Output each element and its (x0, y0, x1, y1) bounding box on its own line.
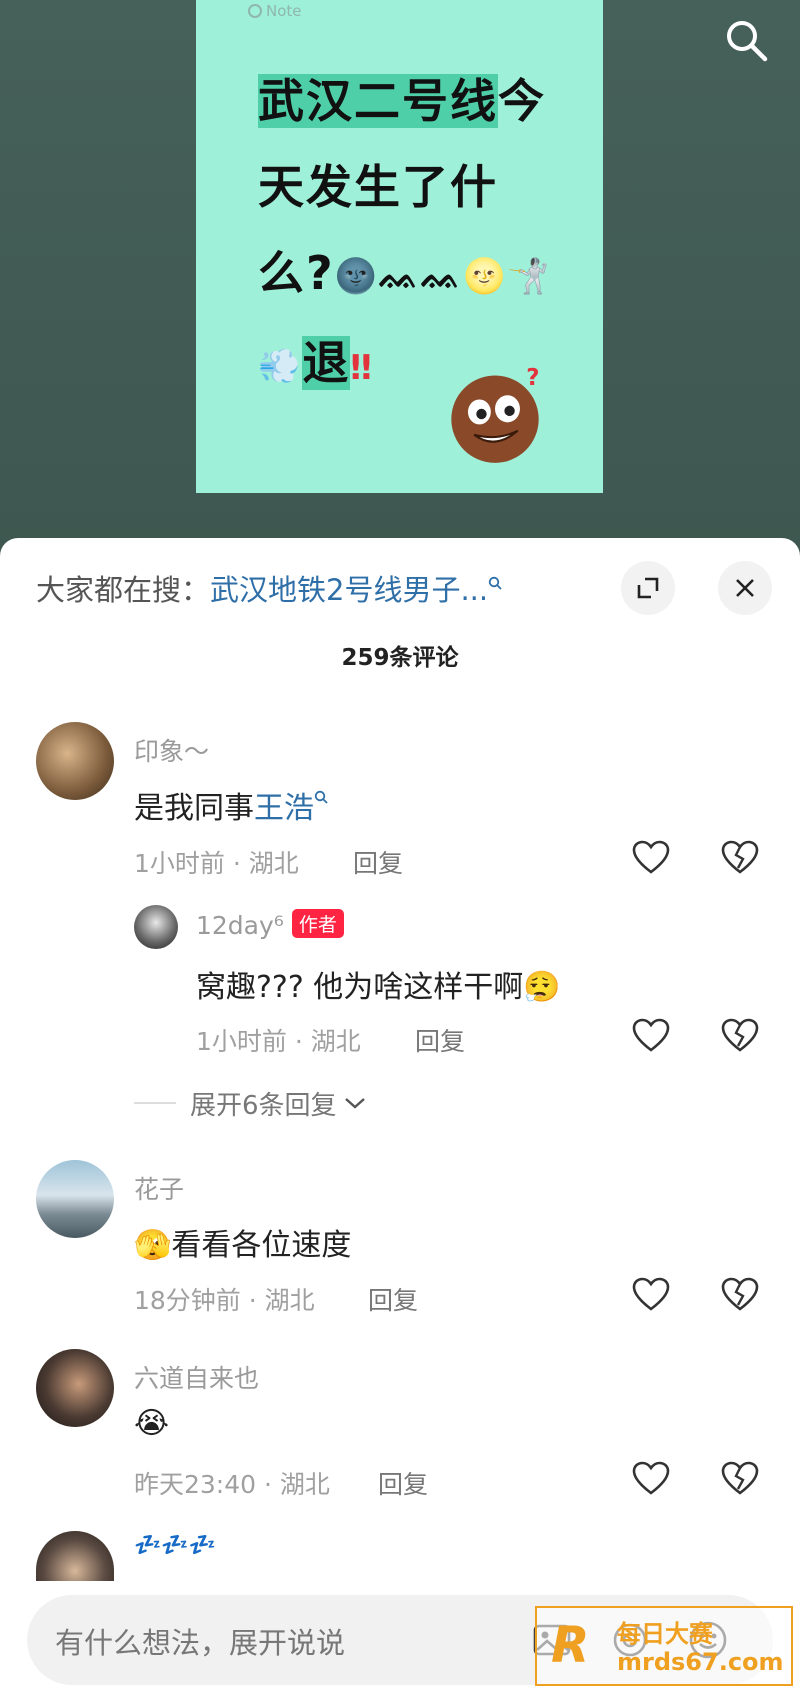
dislike-broken-heart-icon[interactable] (720, 838, 760, 878)
dislike-broken-heart-icon[interactable] (720, 1459, 760, 1499)
note-title-line2: 天发生了什 (258, 160, 498, 214)
divider (134, 1102, 176, 1104)
avatar[interactable] (36, 722, 114, 800)
reply-button[interactable]: 回复 (353, 844, 403, 880)
watermark-line2: mrds67.com (617, 1648, 784, 1676)
reply-author-name: 12day⁶ (196, 911, 284, 940)
trending-search-link[interactable]: 武汉地铁2号线男子... (210, 573, 502, 607)
comment-keyword-link[interactable]: 王浩 (254, 791, 314, 826)
author-badge: 作者 (291, 909, 344, 938)
comment-text: 😭 (134, 1406, 170, 1441)
search-icon (314, 790, 328, 804)
expand-replies-button[interactable]: 展开6条回复 (134, 1085, 367, 1121)
exclamation-emoji: ‼ (350, 347, 374, 388)
note-title-line3: 么? (258, 246, 335, 300)
comment-author[interactable]: 💤💤💤 (134, 1533, 216, 1558)
dislike-broken-heart-icon[interactable] (720, 1016, 760, 1056)
trending-search: 大家都在搜：武汉地铁2号线男子... (36, 567, 502, 609)
dislike-broken-heart-icon[interactable] (720, 1275, 760, 1315)
reply-author[interactable]: 12day⁶ 作者 (196, 909, 344, 940)
watermark-r-logo: R (551, 1616, 590, 1674)
note-title: 武汉二号线今 天发生了什 么?🌚ᨐᨐ🌝🤺 💨退‼ (258, 58, 558, 411)
reply-button[interactable]: 回复 (368, 1281, 418, 1317)
like-heart-icon[interactable] (631, 838, 671, 878)
comment-time-location: 18分钟前 · 湖北 (134, 1286, 315, 1315)
close-icon (736, 579, 754, 597)
comment-text-prefix: 是我同事 (134, 791, 254, 826)
expand-sheet-button[interactable] (621, 561, 675, 615)
note-media[interactable]: Note 武汉二号线今 天发生了什 么?🌚ᨐᨐ🌝🤺 💨退‼ ? (0, 0, 800, 560)
note-title-highlight-1: 武汉二号线 (258, 74, 498, 128)
note-image: Note 武汉二号线今 天发生了什 么?🌚ᨐᨐ🌝🤺 💨退‼ ? (196, 0, 603, 493)
search-icon[interactable] (723, 17, 769, 63)
note-title-line1-rest: 今 (498, 74, 546, 128)
like-heart-icon[interactable] (631, 1459, 671, 1499)
sheet-header: 大家都在搜：武汉地铁2号线男子... 259条评论 (0, 538, 800, 671)
like-heart-icon[interactable] (631, 1275, 671, 1315)
trending-prefix: 大家都在搜： (36, 573, 211, 607)
reply-text: 窝趣??? 他为啥这样干啊😮‍💨 (196, 970, 561, 1005)
reply-button[interactable]: 回复 (415, 1022, 465, 1058)
search-icon (488, 576, 502, 590)
reply-time-location: 1小时前 · 湖北 (196, 1027, 361, 1056)
reply-button[interactable]: 回复 (378, 1465, 428, 1501)
watermark-logo: R 每日大赛 mrds67.com (535, 1606, 793, 1686)
svg-text:?: ? (526, 365, 539, 391)
comment-author[interactable]: 印象～ (134, 732, 209, 768)
note-brand: Note (248, 2, 302, 20)
comment-count: 259条评论 (341, 645, 459, 671)
comment-author[interactable]: 六道自来也 (134, 1359, 259, 1395)
avatar[interactable] (36, 1160, 114, 1238)
trending-search-text: 武汉地铁2号线男子... (210, 573, 489, 607)
comment-text: 是我同事王浩 (134, 783, 328, 827)
note-title-highlight-2: 退 (302, 335, 351, 390)
comment-input-placeholder: 有什么想法，展开说说 (55, 1626, 346, 1660)
comment-time-location: 1小时前 · 湖北 (134, 849, 299, 878)
comment-author[interactable]: 花子 (134, 1170, 184, 1206)
avatar[interactable] (134, 905, 178, 949)
comment-time-location: 昨天23:40 · 湖北 (134, 1470, 330, 1499)
expand-icon (637, 577, 659, 599)
dash-emoji: 💨 (258, 346, 303, 386)
watermark-line1: 每日大赛 (617, 1620, 713, 1648)
avatar[interactable] (36, 1349, 114, 1427)
chevron-down-icon (344, 1098, 365, 1109)
like-heart-icon[interactable] (631, 1016, 671, 1056)
comment-text: 🫣看看各位速度 (134, 1228, 352, 1263)
note-brand-label: Note (266, 2, 302, 20)
note-logo-icon (248, 4, 262, 18)
note-title-emoji-row: 🌚ᨐᨐ🌝🤺 (334, 256, 552, 297)
close-button[interactable] (718, 561, 772, 615)
comment-sheet: 大家都在搜：武汉地铁2号线男子... 259条评论 (0, 538, 800, 1700)
expand-replies-label: 展开6条回复 (190, 1090, 337, 1121)
confused-face-emoji-icon: ? (451, 365, 539, 463)
